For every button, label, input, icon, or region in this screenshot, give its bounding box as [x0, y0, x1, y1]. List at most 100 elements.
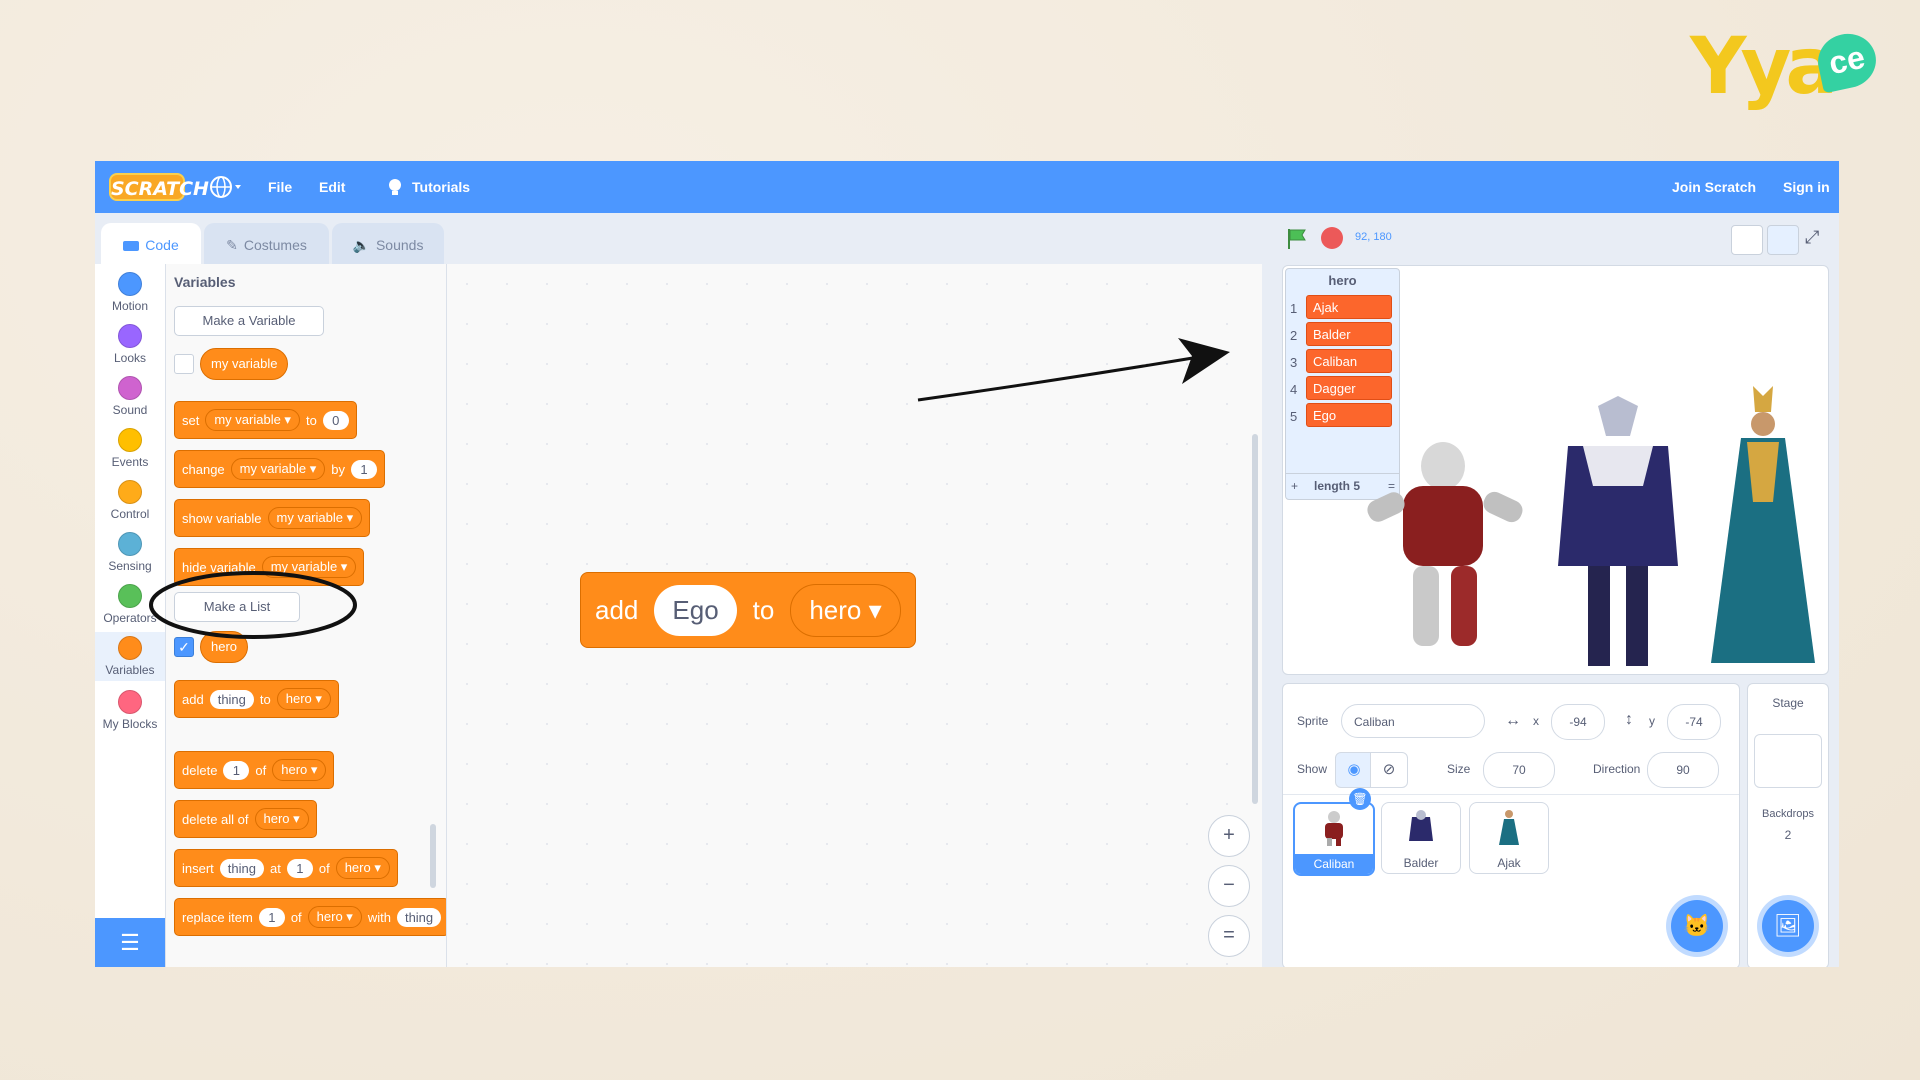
tab-code[interactable]: Code [101, 223, 201, 265]
hide-eye-icon[interactable]: ⊘ [1370, 752, 1408, 788]
list-value[interactable]: Caliban [1306, 349, 1392, 373]
join-scratch-link[interactable]: Join Scratch [1672, 161, 1756, 213]
category-sound[interactable]: Sound [95, 376, 165, 417]
sign-in-link[interactable]: Sign in [1783, 161, 1830, 213]
category-looks[interactable]: Looks [95, 324, 165, 365]
caliban-sprite[interactable] [1343, 426, 1543, 671]
category-motion[interactable]: Motion [95, 272, 165, 313]
tab-costumes[interactable]: ✎ Costumes [204, 223, 329, 265]
list-item[interactable]: 3 Caliban [1286, 349, 1399, 375]
zoom-out-icon[interactable]: − [1208, 865, 1250, 907]
my-variable-checkbox[interactable] [174, 354, 194, 374]
large-stage-icon[interactable] [1767, 225, 1799, 255]
item-input[interactable]: thing [209, 689, 254, 709]
show-eye-icon[interactable]: ◉ [1335, 752, 1373, 788]
direction-input[interactable]: 90 [1647, 752, 1719, 788]
index-input[interactable]: 1 [223, 760, 250, 780]
value-input[interactable]: 0 [322, 410, 349, 430]
block-text: set [182, 412, 200, 428]
scratch-logo[interactable]: SCRATCH [109, 173, 209, 201]
category-operators[interactable]: Operators [95, 584, 165, 625]
size-input[interactable]: 70 [1483, 752, 1555, 788]
sprite-name-input[interactable]: Caliban [1341, 704, 1485, 738]
list-item[interactable]: 1 Ajak [1286, 295, 1399, 321]
zoom-in-icon[interactable]: + [1208, 815, 1250, 857]
list-dropdown-label: hero [809, 594, 862, 625]
make-variable-button[interactable]: Make a Variable [174, 306, 324, 336]
list-dropdown[interactable]: hero [254, 808, 309, 830]
balder-sprite[interactable] [1543, 396, 1693, 671]
list-value[interactable]: Balder [1306, 322, 1392, 346]
item-input[interactable]: thing [219, 858, 264, 878]
category-events[interactable]: Events [95, 428, 165, 469]
tutorials-menu[interactable]: Tutorials [412, 161, 470, 213]
replace-item-block[interactable]: replace item 1 ofhero with thing [174, 898, 446, 936]
variable-dropdown[interactable]: my variable [261, 556, 357, 578]
index-input[interactable]: 1 [258, 907, 285, 927]
hero-list-reporter[interactable]: hero [200, 631, 249, 663]
category-control[interactable]: Control [95, 480, 165, 521]
y-input[interactable]: -74 [1667, 704, 1721, 740]
tab-sounds[interactable]: 🔈 Sounds [332, 223, 444, 265]
file-menu[interactable]: File [268, 161, 292, 213]
sprite-thumb-name: Caliban [1295, 854, 1373, 874]
change-variable-block[interactable]: change my variable by 1 [174, 450, 385, 488]
hero-list-checkbox[interactable]: ✓ [174, 637, 194, 657]
choose-sprite-icon[interactable]: 🐱 [1671, 900, 1723, 952]
list-value[interactable]: Ego [1306, 403, 1392, 427]
block-text: with [367, 909, 391, 925]
show-variable-block[interactable]: show variable my variable [174, 499, 371, 537]
ajak-sprite[interactable] [1703, 386, 1823, 671]
item-input[interactable]: Ego [654, 584, 737, 636]
stage-canvas[interactable]: hero 1 Ajak 2 Balder 3 Caliban 4 Dagger 5 Ego… [1282, 265, 1829, 675]
palette-scrollbar[interactable] [430, 824, 436, 888]
delete-all-of-list-block[interactable]: delete all of hero [174, 800, 317, 838]
my-variable-reporter[interactable]: my variable [200, 348, 289, 380]
add-ego-to-hero-block[interactable]: add Ego to hero ▾ [580, 572, 916, 648]
stage-thumbnail[interactable] [1754, 734, 1822, 788]
category-sensing[interactable]: Sensing [95, 532, 165, 573]
sprite-thumb-ajak[interactable]: Ajak [1469, 802, 1549, 874]
insert-at-list-block[interactable]: insert thing at 1 of hero [174, 849, 398, 887]
hide-variable-block[interactable]: hide variable my variable [174, 548, 365, 586]
x-input[interactable]: -94 [1551, 704, 1605, 740]
add-item-icon[interactable]: + [1291, 474, 1298, 498]
direction-label: Direction [1593, 762, 1641, 776]
green-flag-icon[interactable] [1285, 227, 1309, 256]
value-input[interactable]: 1 [351, 459, 377, 479]
small-stage-icon[interactable] [1731, 225, 1763, 255]
delete-of-list-block[interactable]: delete 1 of hero [174, 751, 335, 789]
list-dropdown[interactable]: hero [335, 857, 390, 879]
list-dropdown[interactable]: hero [307, 906, 362, 928]
sprite-thumb-caliban[interactable]: Caliban [1293, 802, 1375, 876]
list-dropdown[interactable]: hero [272, 759, 327, 781]
list-value[interactable]: Ajak [1306, 295, 1392, 319]
stop-icon[interactable] [1321, 227, 1343, 249]
variable-dropdown[interactable]: my variable [205, 409, 300, 431]
index-input[interactable]: 1 [286, 858, 313, 878]
category-variables[interactable]: Variables [95, 632, 165, 681]
delete-sprite-icon[interactable]: 🗑 [1349, 788, 1371, 810]
zoom-reset-icon[interactable]: = [1208, 915, 1250, 957]
add-extension-icon[interactable]: ☰ [95, 918, 165, 967]
item-input[interactable]: thing [396, 907, 442, 927]
variable-dropdown[interactable]: my variable [230, 458, 326, 480]
language-globe-icon[interactable] [209, 161, 243, 213]
category-my-blocks[interactable]: My Blocks [95, 690, 165, 731]
list-dropdown[interactable]: hero ▾ [790, 583, 901, 637]
add-to-list-block[interactable]: add thing to hero [174, 680, 339, 718]
workspace-scrollbar[interactable] [1252, 434, 1258, 804]
list-item[interactable]: 4 Dagger [1286, 376, 1399, 402]
lightbulb-icon[interactable] [385, 161, 405, 213]
stage-selector[interactable]: Stage Backdrops 2 🖼 [1747, 683, 1829, 967]
list-item[interactable]: 2 Balder [1286, 322, 1399, 348]
fullscreen-icon[interactable]: ⤢ [1805, 227, 1819, 248]
make-list-button[interactable]: Make a List [174, 592, 300, 622]
edit-menu[interactable]: Edit [319, 161, 345, 213]
list-value[interactable]: Dagger [1306, 376, 1392, 400]
set-variable-block[interactable]: set my variable to 0 [174, 401, 357, 439]
variable-dropdown[interactable]: my variable [267, 507, 363, 529]
list-dropdown[interactable]: hero [276, 688, 331, 710]
choose-backdrop-icon[interactable]: 🖼 [1762, 900, 1814, 952]
sprite-thumb-balder[interactable]: Balder [1381, 802, 1461, 874]
